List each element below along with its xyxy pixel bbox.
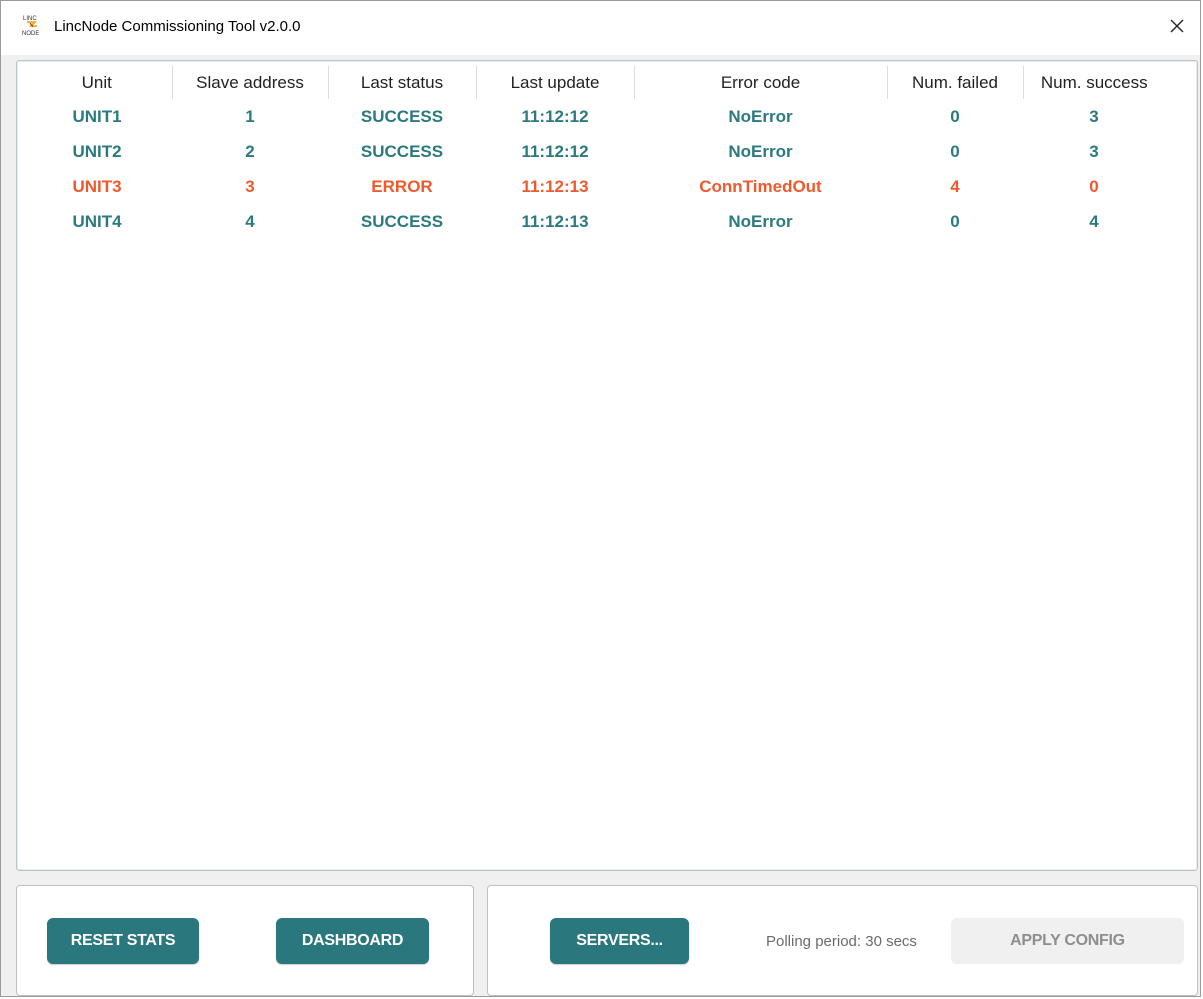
cell-error-code: ConnTimedOut [699, 176, 822, 196]
cell-last-update: 11:12:13 [521, 211, 589, 231]
lincnode-logo-icon: LINC NODE [21, 14, 45, 37]
dashboard-button[interactable]: DASHBOARD [276, 918, 429, 964]
units-table-panel: Unit Slave address Last status Last upda… [16, 60, 1198, 871]
table-header: Unit Slave address Last status Last upda… [22, 66, 1165, 99]
column-header-last-update[interactable]: Last update [476, 66, 635, 99]
cell-slave-address: 3 [245, 176, 255, 196]
apply-config-button[interactable]: APPLY CONFIG [951, 918, 1184, 964]
cell-error-code: NoError [728, 211, 793, 231]
svg-text:LINC: LINC [23, 16, 37, 22]
cell-num-failed: 0 [950, 106, 960, 126]
cell-unit: UNIT2 [72, 141, 122, 161]
cell-slave-address: 2 [245, 141, 255, 161]
cell-last-update: 11:12:13 [521, 176, 589, 196]
table-row[interactable]: UNIT1 1 SUCCESS 11:12:12 NoError 0 3 [22, 99, 1165, 134]
cell-slave-address: 4 [245, 211, 255, 231]
cell-error-code: NoError [728, 106, 793, 126]
cell-num-failed: 4 [950, 176, 960, 196]
units-table: Unit Slave address Last status Last upda… [22, 66, 1165, 239]
cell-num-success: 3 [1089, 106, 1099, 126]
column-header-num-success[interactable]: Num. success [1023, 66, 1165, 99]
cell-num-failed: 0 [950, 211, 960, 231]
cell-num-success: 4 [1089, 211, 1099, 231]
cell-last-status: ERROR [371, 176, 433, 196]
config-actions-panel: SERVERS... Polling period: 30 secs APPLY… [487, 885, 1198, 996]
cell-unit: UNIT4 [72, 211, 122, 231]
table-row[interactable]: UNIT2 2 SUCCESS 11:12:12 NoError 0 3 [22, 134, 1165, 169]
close-button[interactable] [1154, 1, 1200, 55]
cell-slave-address: 1 [245, 106, 255, 126]
cell-num-success: 0 [1089, 176, 1099, 196]
column-header-num-failed[interactable]: Num. failed [887, 66, 1024, 99]
cell-unit: UNIT3 [72, 176, 122, 196]
app-window: LINC NODE LincNode Commissioning Tool v2… [0, 0, 1201, 997]
cell-last-update: 11:12:12 [521, 141, 589, 161]
close-icon [1169, 18, 1185, 39]
window-title: LincNode Commissioning Tool v2.0.0 [54, 18, 301, 35]
cell-num-failed: 0 [950, 141, 960, 161]
polling-period-label: Polling period: 30 secs [766, 933, 917, 950]
column-header-error-code[interactable]: Error code [634, 66, 888, 99]
svg-text:NODE: NODE [22, 31, 39, 36]
cell-last-update: 11:12:12 [521, 106, 589, 126]
servers-button[interactable]: SERVERS... [550, 918, 689, 964]
cell-num-success: 3 [1089, 141, 1099, 161]
title-bar[interactable]: LINC NODE LincNode Commissioning Tool v2… [1, 1, 1200, 55]
table-row[interactable]: UNIT4 4 SUCCESS 11:12:13 NoError 0 4 [22, 204, 1165, 239]
reset-stats-button[interactable]: RESET STATS [47, 918, 199, 964]
cell-error-code: NoError [728, 141, 793, 161]
stats-actions-panel: RESET STATS DASHBOARD [16, 885, 474, 996]
column-header-last-status[interactable]: Last status [328, 66, 477, 99]
table-row[interactable]: UNIT3 3 ERROR 11:12:13 ConnTimedOut 4 0 [22, 169, 1165, 204]
column-header-unit[interactable]: Unit [22, 66, 173, 99]
cell-unit: UNIT1 [72, 106, 122, 126]
cell-last-status: SUCCESS [360, 106, 444, 126]
cell-last-status: SUCCESS [360, 211, 444, 231]
column-header-slave-address[interactable]: Slave address [172, 66, 329, 99]
cell-last-status: SUCCESS [360, 141, 444, 161]
